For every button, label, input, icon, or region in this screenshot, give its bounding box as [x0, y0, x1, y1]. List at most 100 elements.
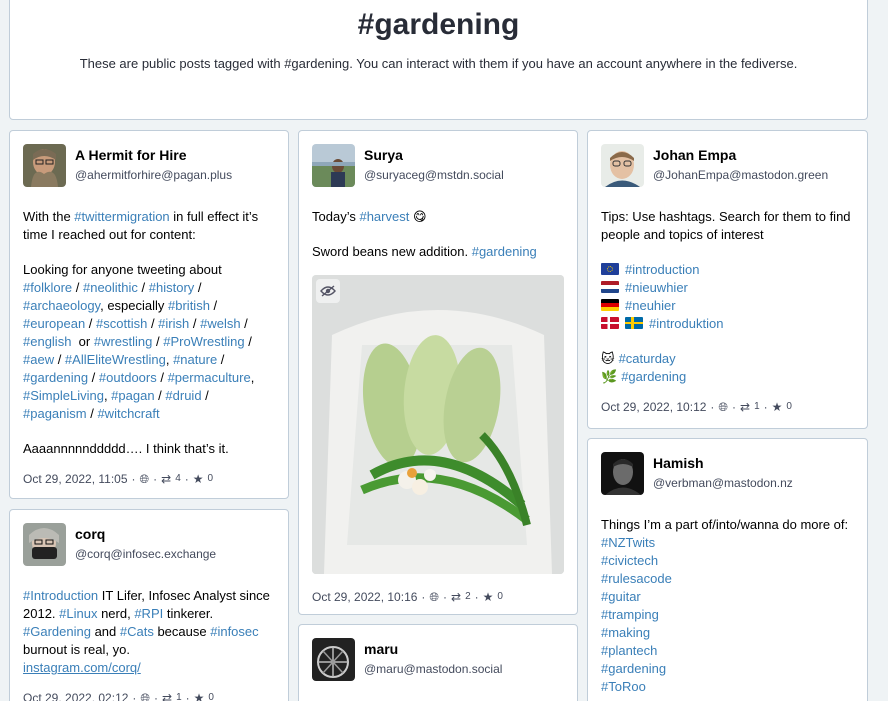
hashtag-link[interactable]: #introduktion	[649, 316, 723, 331]
avatar[interactable]	[312, 638, 355, 681]
hashtag-link[interactable]: #Gardening	[23, 624, 91, 639]
avatar[interactable]	[23, 144, 66, 187]
status-card[interactable]: A Hermit for Hire @ahermitforhire@pagan.…	[9, 130, 289, 499]
cat-emoji-icon: 🐱	[601, 351, 615, 366]
avatar[interactable]	[601, 144, 644, 187]
hashtag-link[interactable]: #witchcraft	[97, 406, 159, 421]
herb-emoji-icon: 🌿	[601, 369, 618, 384]
boost-icon[interactable]: ⇄	[451, 588, 461, 606]
hashtag-link[interactable]: #plantech	[601, 643, 657, 658]
display-name[interactable]: maru	[364, 640, 502, 658]
timestamp[interactable]: Oct 29, 2022, 10:12	[601, 398, 706, 416]
hashtag-link[interactable]: #SimpleLiving	[23, 388, 104, 403]
hashtag-link[interactable]: #neolithic	[83, 280, 138, 295]
text: With the	[23, 209, 75, 224]
hashtag-link[interactable]: #british	[168, 298, 210, 313]
account-header[interactable]: Johan Empa @JohanEmpa@mastodon.green	[601, 144, 854, 187]
hashtag-link[interactable]: #welsh	[200, 316, 240, 331]
hashtag-link[interactable]: #gardening	[23, 370, 88, 385]
hashtag-link[interactable]: #permaculture	[168, 370, 251, 385]
display-name[interactable]: Surya	[364, 146, 504, 164]
hashtag-link[interactable]: #neuhier	[625, 298, 676, 313]
hashtag-link[interactable]: #twittermigration	[74, 209, 169, 224]
account-header[interactable]: Hamish @verbman@mastodon.nz	[601, 452, 854, 495]
account-handle[interactable]: @verbman@mastodon.nz	[653, 474, 793, 492]
account-handle[interactable]: @maru@mastodon.social	[364, 660, 502, 678]
hide-media-button[interactable]	[316, 279, 340, 303]
hashtag-link[interactable]: #ProWrestling	[163, 334, 244, 349]
hashtag-link[interactable]: #civictech	[601, 553, 658, 568]
hashtag-link[interactable]: #tramping	[601, 607, 659, 622]
hashtag-link[interactable]: #introduction	[625, 262, 699, 277]
hashtag-link[interactable]: #gardening	[621, 369, 686, 384]
globe-icon: 🌐︎	[429, 590, 440, 604]
avatar[interactable]	[23, 523, 66, 566]
hashtag-link[interactable]: #guitar	[601, 589, 641, 604]
star-icon[interactable]: ★	[194, 689, 205, 701]
timestamp[interactable]: Oct 29, 2022, 02:12	[23, 689, 128, 701]
hashtag-link[interactable]: #making	[601, 625, 650, 640]
display-name[interactable]: A Hermit for Hire	[75, 146, 232, 164]
hashtag-link[interactable]: #paganism	[23, 406, 87, 421]
hashtag-link[interactable]: #AllEliteWrestling	[65, 352, 166, 367]
separator: ·	[732, 400, 737, 414]
hashtag-link[interactable]: #druid	[165, 388, 201, 403]
hashtag-link[interactable]: #scottish	[96, 316, 147, 331]
status-text: Tips: Use hashtags. Search for them to f…	[601, 209, 851, 242]
hashtag-link[interactable]: #european	[23, 316, 85, 331]
hashtag-link[interactable]: #Linux	[59, 606, 97, 621]
sep: /	[72, 280, 83, 295]
external-link[interactable]: instagram.com/corq/	[23, 660, 141, 675]
hashtag-link[interactable]: #Cats	[120, 624, 154, 639]
hashtag-link[interactable]: #aew	[23, 352, 54, 367]
avatar[interactable]	[601, 452, 644, 495]
hashtag-link[interactable]: #irish	[158, 316, 189, 331]
star-icon[interactable]: ★	[193, 470, 204, 488]
hashtag-link[interactable]: #ToRoo	[601, 679, 646, 694]
status-card[interactable]: Johan Empa @JohanEmpa@mastodon.green Tip…	[587, 130, 868, 429]
status-card[interactable]: Hamish @verbman@mastodon.nz Things I’m a…	[587, 438, 868, 701]
boost-icon[interactable]: ⇄	[740, 398, 750, 416]
hashtag-link[interactable]: #nieuwhier	[625, 280, 688, 295]
status-card[interactable]: corq @corq@infosec.exchange #Introductio…	[9, 509, 289, 701]
hashtag-link[interactable]: #caturday	[619, 351, 676, 366]
media-attachment[interactable]	[312, 275, 564, 574]
status-card[interactable]: maru @maru@mastodon.social	[298, 624, 578, 701]
hashtag-link[interactable]: #gardening	[472, 244, 537, 259]
account-header[interactable]: maru @maru@mastodon.social	[312, 638, 564, 681]
hashtag-link[interactable]: #rulesacode	[601, 571, 672, 586]
display-name[interactable]: Hamish	[653, 454, 793, 472]
boost-icon[interactable]: ⇄	[162, 689, 172, 701]
hashtag-link[interactable]: #archaeology	[23, 298, 100, 313]
timestamp[interactable]: Oct 29, 2022, 10:16	[312, 588, 417, 606]
hashtag-link[interactable]: #folklore	[23, 280, 72, 295]
hashtag-link[interactable]: #Introduction	[23, 588, 98, 603]
hashtag-link[interactable]: #history	[149, 280, 195, 295]
hashtag-link[interactable]: #nature	[173, 352, 217, 367]
account-handle[interactable]: @suryaceg@mstdn.social	[364, 166, 504, 184]
hashtag-header: #gardening These are public posts tagged…	[9, 0, 868, 120]
hashtag-link[interactable]: #wrestling	[94, 334, 153, 349]
avatar[interactable]	[312, 144, 355, 187]
account-handle[interactable]: @ahermitforhire@pagan.plus	[75, 166, 232, 184]
star-icon[interactable]: ★	[772, 398, 783, 416]
display-name[interactable]: corq	[75, 525, 216, 543]
status-card[interactable]: Surya @suryaceg@mstdn.social Today’s #ha…	[298, 130, 578, 615]
hashtag-link[interactable]: #RPI	[134, 606, 163, 621]
boost-icon[interactable]: ⇄	[161, 470, 171, 488]
hashtag-link[interactable]: #pagan	[111, 388, 154, 403]
hashtag-link[interactable]: #infosec	[210, 624, 258, 639]
account-header[interactable]: A Hermit for Hire @ahermitforhire@pagan.…	[23, 144, 275, 187]
hashtag-link[interactable]: #outdoors	[99, 370, 157, 385]
account-header[interactable]: corq @corq@infosec.exchange	[23, 523, 275, 566]
timestamp[interactable]: Oct 29, 2022, 11:05	[23, 470, 128, 488]
hashtag-link[interactable]: #english	[23, 334, 71, 349]
account-header[interactable]: Surya @suryaceg@mstdn.social	[312, 144, 564, 187]
hashtag-link[interactable]: #gardening	[601, 661, 666, 676]
account-handle[interactable]: @corq@infosec.exchange	[75, 545, 216, 563]
star-icon[interactable]: ★	[483, 588, 494, 606]
hashtag-link[interactable]: #harvest	[359, 209, 409, 224]
display-name[interactable]: Johan Empa	[653, 146, 828, 164]
account-handle[interactable]: @JohanEmpa@mastodon.green	[653, 166, 828, 184]
hashtag-link[interactable]: #NZTwits	[601, 535, 655, 550]
